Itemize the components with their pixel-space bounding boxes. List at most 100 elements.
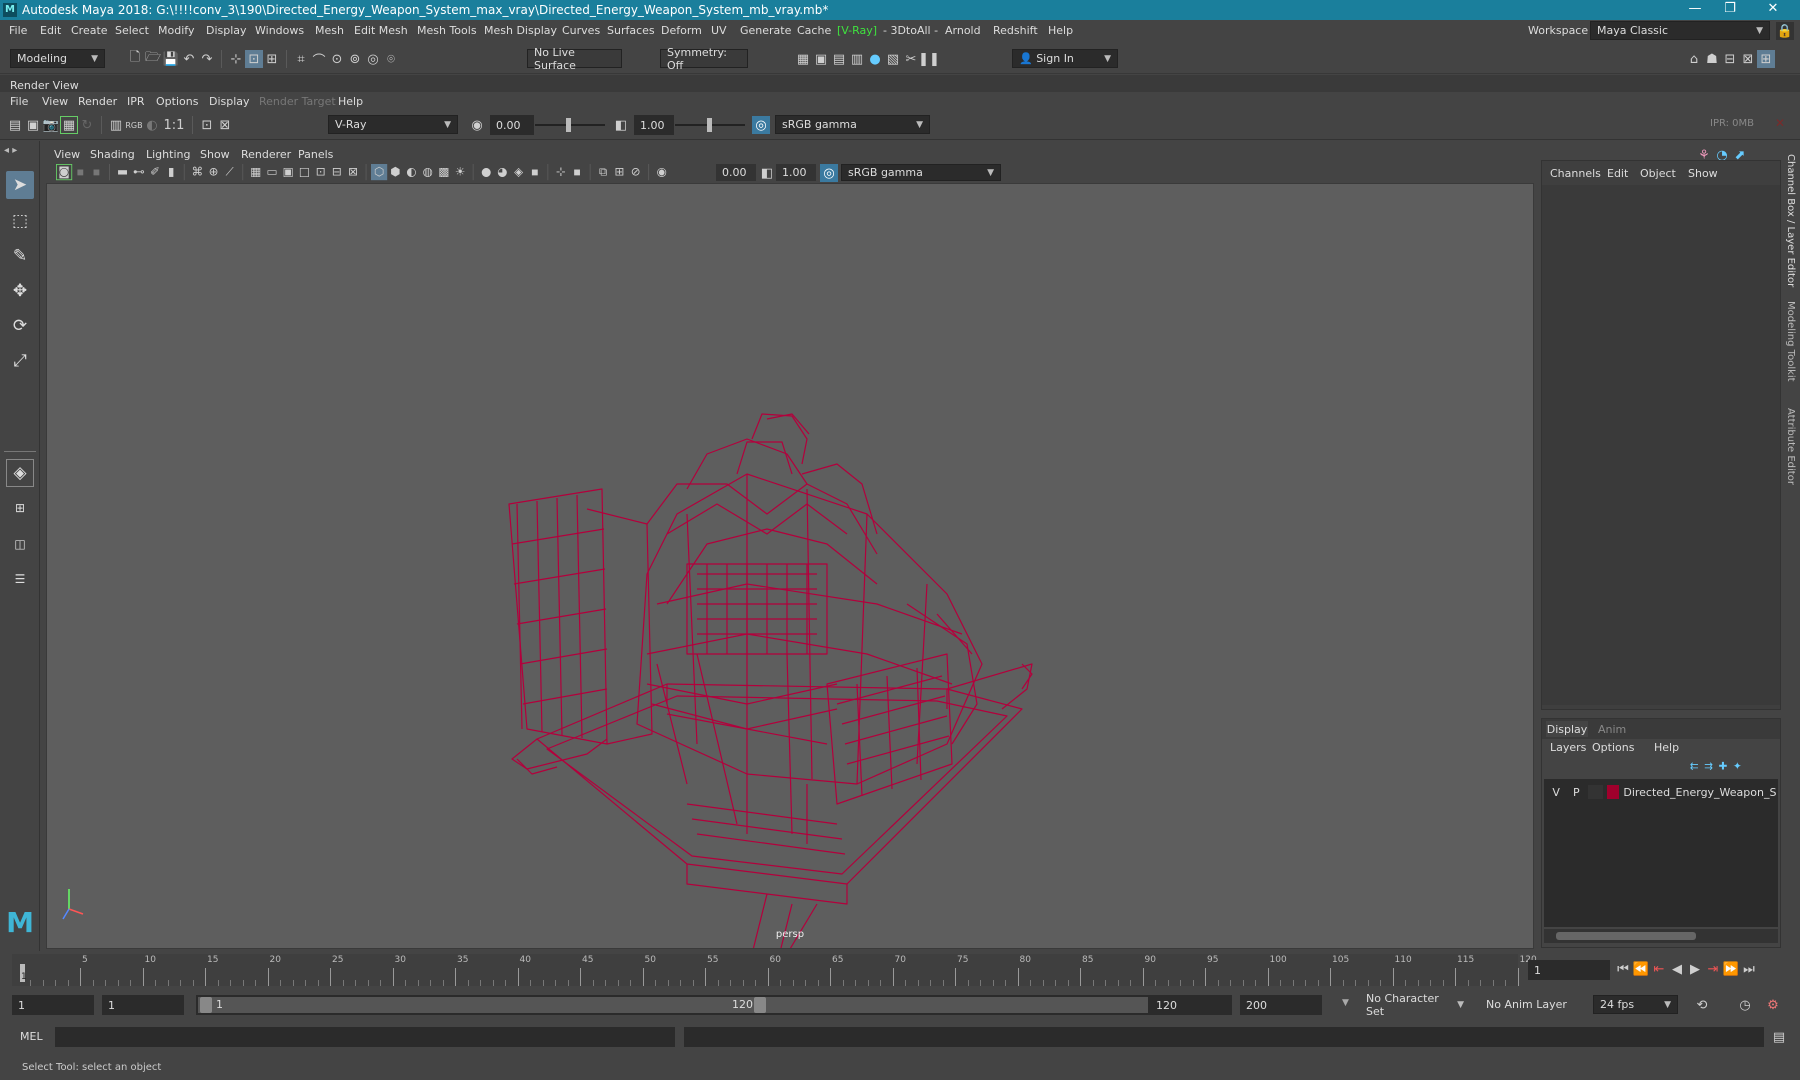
menu-redshift[interactable]: Redshift — [993, 24, 1038, 37]
menu-deform[interactable]: Deform — [661, 24, 702, 37]
hypershade-icon[interactable]: ● — [866, 50, 884, 68]
grid-toggle-icon[interactable]: ▦ — [248, 164, 264, 180]
range-bar[interactable]: 1 120 — [196, 995, 1150, 1015]
menu-file[interactable]: File — [9, 24, 27, 37]
menu-generate[interactable]: Generate — [740, 24, 791, 37]
motion-blur-icon[interactable]: ◈ — [511, 164, 527, 180]
menu-mesh-tools[interactable]: Mesh Tools — [417, 24, 477, 37]
layer-scrollbar[interactable] — [1544, 929, 1778, 943]
alpha-channel-icon[interactable]: ◐ — [143, 116, 161, 134]
current-frame-field[interactable]: 1 — [1528, 960, 1610, 980]
menu-uv[interactable]: UV — [711, 24, 727, 37]
field-chart-icon[interactable]: ⊡ — [313, 164, 329, 180]
render-frame-icon[interactable]: ▣ — [812, 50, 830, 68]
vp-menu-show[interactable]: Show — [200, 148, 230, 161]
play-forwards-icon[interactable]: ▶ — [1686, 960, 1704, 978]
move-layer-down-icon[interactable]: ⇉ — [1701, 759, 1715, 773]
script-editor-icon[interactable]: ▤ — [1770, 1028, 1788, 1046]
renderer-dropdown[interactable]: V-Ray ▼ — [328, 115, 458, 134]
command-input[interactable] — [55, 1027, 675, 1047]
rgb-channel-icon[interactable]: RGB — [125, 116, 143, 134]
character-set-dropdown[interactable]: No Character Set ▼ — [1360, 992, 1470, 1018]
color-management-icon[interactable]: ◎ — [752, 116, 770, 134]
modeling-toolkit-icon[interactable]: ⌂ — [1685, 50, 1703, 68]
menu-edit-mesh[interactable]: Edit Mesh — [354, 24, 408, 37]
menu-edit[interactable]: Edit — [40, 24, 61, 37]
gamma-slider-thumb[interactable] — [707, 118, 712, 132]
xray-icon[interactable]: ▪ — [569, 164, 585, 180]
paint-select-tool-icon[interactable]: ✎ — [6, 242, 34, 270]
outliner-toggle-icon[interactable]: ⊟ — [1721, 50, 1739, 68]
toolbox-collapse-icon[interactable]: ◂ ▸ — [4, 145, 17, 156]
render-settings-icon[interactable]: ▦ — [794, 50, 812, 68]
anim-layer-dropdown[interactable]: No Anim Layer — [1480, 995, 1580, 1014]
step-forward-frame-icon[interactable]: ⇥ — [1704, 960, 1722, 978]
keep-image-icon[interactable]: ⊡ — [198, 116, 216, 134]
side-tab-channel-box[interactable]: Channel Box / Layer Editor — [1785, 154, 1796, 287]
snap-grid-icon[interactable]: ⌗ — [292, 50, 310, 68]
play-backwards-icon[interactable]: ◀ — [1668, 960, 1686, 978]
character-controls-icon[interactable]: ☗ — [1703, 50, 1721, 68]
vp-color-space-dropdown[interactable]: sRGB gamma ▼ — [841, 164, 1001, 181]
menu-help[interactable]: Help — [1048, 24, 1073, 37]
rv-menu-render[interactable]: Render — [78, 95, 117, 108]
vp-gamma-field[interactable]: 1.00 — [776, 164, 816, 181]
menu-mesh[interactable]: Mesh — [315, 24, 344, 37]
move-tool-icon[interactable]: ✥ — [6, 277, 34, 305]
new-layer-icon[interactable]: ✚ — [1716, 759, 1730, 773]
redo-render-icon[interactable]: ▤ — [6, 116, 24, 134]
new-scene-icon[interactable]: 🗋 — [126, 50, 144, 68]
snap-view-icon[interactable]: ⊚ — [346, 50, 364, 68]
textured-icon[interactable]: ▩ — [436, 164, 452, 180]
fps-dropdown[interactable]: 24 fps ▼ — [1593, 995, 1678, 1014]
rv-menu-view[interactable]: View — [42, 95, 68, 108]
menu-modify[interactable]: Modify — [158, 24, 194, 37]
vp-color-management-icon[interactable]: ◎ — [820, 164, 838, 182]
exposure-slider-thumb[interactable] — [566, 118, 571, 132]
render-settings-icon[interactable]: ▥ — [107, 116, 125, 134]
rv-menu-help[interactable]: Help — [338, 95, 363, 108]
layer-display-type-toggle[interactable] — [1588, 785, 1603, 799]
shadows-icon[interactable]: ● — [478, 164, 494, 180]
menu-3dtoall[interactable]: - 3DtoAll - — [883, 24, 938, 37]
wireframe-icon[interactable]: ⬡ — [371, 164, 388, 181]
backface-icon[interactable]: ⊘ — [628, 164, 644, 180]
side-tab-attribute-editor[interactable]: Attribute Editor — [1785, 408, 1796, 485]
menu-cache[interactable]: Cache — [797, 24, 831, 37]
vp-menu-shading[interactable]: Shading — [90, 148, 135, 161]
resolution-gate-icon[interactable]: ⟋ — [222, 164, 238, 180]
default-material-icon[interactable]: ◐ — [403, 164, 419, 180]
snapshot-icon[interactable]: 📷 — [42, 116, 60, 134]
auto-key-icon[interactable]: ◷ — [1736, 996, 1754, 1014]
maximize-button[interactable]: ❐ — [1715, 1, 1745, 19]
grid-icon[interactable]: ⌘ — [189, 164, 205, 180]
menu-mesh-display[interactable]: Mesh Display — [484, 24, 557, 37]
layer-menu-layers[interactable]: Layers — [1550, 741, 1586, 754]
safe-action-icon[interactable]: ⊟ — [329, 164, 345, 180]
grease-pencil-icon[interactable]: ✐ — [147, 164, 163, 180]
end-time-field[interactable]: 120 — [1150, 995, 1232, 1015]
vp-menu-renderer[interactable]: Renderer — [241, 148, 291, 161]
select-hierarchy-icon[interactable]: ⊹ — [227, 50, 245, 68]
layer-tab-anim[interactable]: Anim — [1598, 723, 1626, 736]
ambient-occlusion-icon[interactable]: ◕ — [494, 164, 510, 180]
remove-image-icon[interactable]: ⊠ — [216, 116, 234, 134]
gamma-field[interactable]: 1.00 — [634, 115, 674, 135]
wireframe-model[interactable] — [47, 184, 1534, 949]
step-back-key-icon[interactable]: ⏪ — [1632, 960, 1650, 978]
side-tab-modeling-toolkit[interactable]: Modeling Toolkit — [1785, 301, 1796, 382]
rv-menu-display[interactable]: Display — [209, 95, 250, 108]
layer-menu-help[interactable]: Help — [1654, 741, 1679, 754]
close-ipr-icon[interactable]: ✕ — [1775, 116, 1785, 130]
select-object-icon[interactable]: ⊡ — [245, 50, 263, 68]
save-scene-icon[interactable]: 💾 — [162, 50, 180, 68]
vp-exposure-field[interactable]: 0.00 — [716, 164, 756, 181]
layer-tab-display[interactable]: Display — [1546, 721, 1588, 737]
step-forward-key-icon[interactable]: ⏩ — [1722, 960, 1740, 978]
select-component-icon[interactable]: ⊞ — [263, 50, 281, 68]
time-slider[interactable]: 1 5 10 15 20 25 30 35 40 45 50 55 60 65 70 75 80 85 90 95 1… — [0, 952, 1800, 988]
tool-settings-icon[interactable]: ⊠ — [1739, 50, 1757, 68]
rv-menu-options[interactable]: Options — [156, 95, 198, 108]
range-bar-fill[interactable] — [198, 997, 1148, 1013]
isolate-select-icon[interactable]: ⊹ — [553, 164, 569, 180]
